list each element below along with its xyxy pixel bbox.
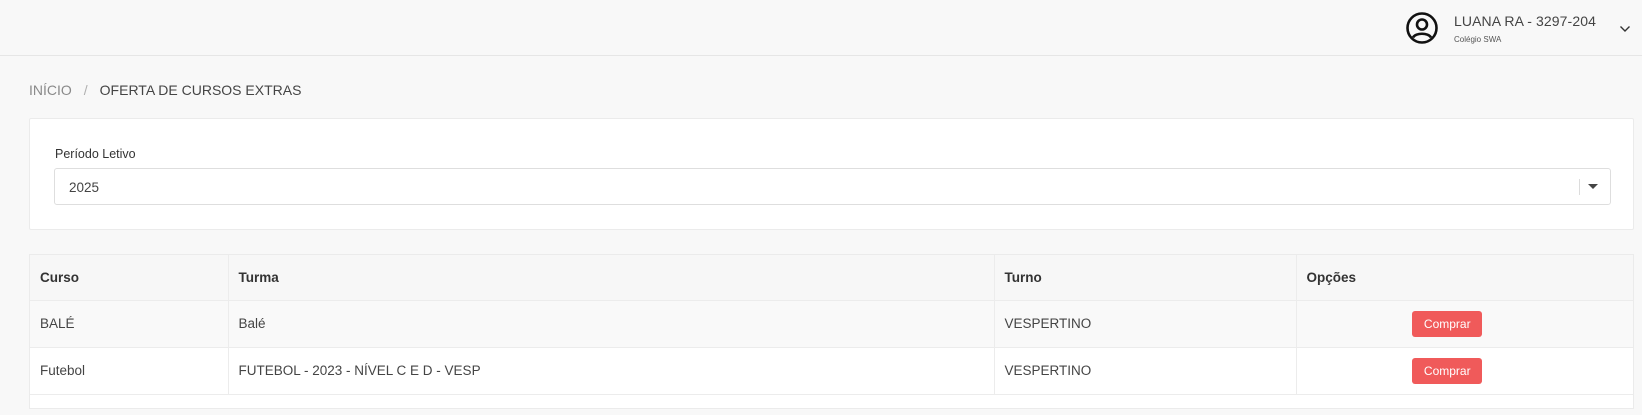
column-header-turma[interactable]: Turma	[228, 255, 995, 301]
buy-button[interactable]: Comprar	[1412, 310, 1483, 337]
user-menu[interactable]: LUANA RA - 3297-204 Colégio SWA	[1404, 8, 1596, 48]
cell-curso: Futebol	[30, 347, 229, 395]
cell-turno: VESPERTINO	[994, 300, 1297, 348]
top-bar: LUANA RA - 3297-204 Colégio SWA	[0, 0, 1642, 56]
breadcrumb-home-link[interactable]: INÍCIO	[29, 82, 72, 98]
filter-card: Período Letivo 2025	[29, 118, 1634, 230]
select-divider	[1579, 179, 1580, 195]
user-school: Colégio SWA	[1454, 35, 1502, 44]
cell-turma: Balé	[228, 300, 995, 348]
period-select-value: 2025	[69, 180, 100, 195]
table-row: Futebol FUTEBOL - 2023 - NÍVEL C E D - V…	[30, 347, 1633, 395]
period-label: Período Letivo	[55, 147, 136, 161]
chevron-down-icon[interactable]	[1618, 22, 1632, 36]
caret-down-icon[interactable]	[1588, 184, 1598, 189]
courses-table: Curso Turma Turno Opções BALÉ Balé VESPE…	[30, 255, 1633, 395]
breadcrumb: INÍCIO / OFERTA DE CURSOS EXTRAS	[29, 82, 301, 98]
breadcrumb-current: OFERTA DE CURSOS EXTRAS	[99, 82, 302, 98]
column-header-opcoes: Opções	[1296, 255, 1633, 301]
table-header-row: Curso Turma Turno Opções	[30, 255, 1633, 301]
cell-turma: FUTEBOL - 2023 - NÍVEL C E D - VESP	[228, 347, 995, 395]
breadcrumb-separator: /	[83, 82, 88, 98]
cell-curso: BALÉ	[30, 300, 229, 348]
cell-opcoes: Comprar	[1296, 347, 1633, 395]
period-select[interactable]: 2025	[54, 168, 1611, 205]
column-header-turno[interactable]: Turno	[994, 255, 1297, 301]
cell-turno: VESPERTINO	[994, 347, 1297, 395]
column-header-curso[interactable]: Curso	[30, 255, 229, 301]
user-name: LUANA RA - 3297-204	[1454, 13, 1596, 29]
courses-table-container: Curso Turma Turno Opções BALÉ Balé VESPE…	[29, 254, 1634, 409]
table-row: BALÉ Balé VESPERTINO Comprar	[30, 300, 1633, 348]
buy-button[interactable]: Comprar	[1412, 357, 1483, 384]
cell-opcoes: Comprar	[1296, 300, 1633, 348]
user-circle-icon	[1404, 10, 1440, 46]
